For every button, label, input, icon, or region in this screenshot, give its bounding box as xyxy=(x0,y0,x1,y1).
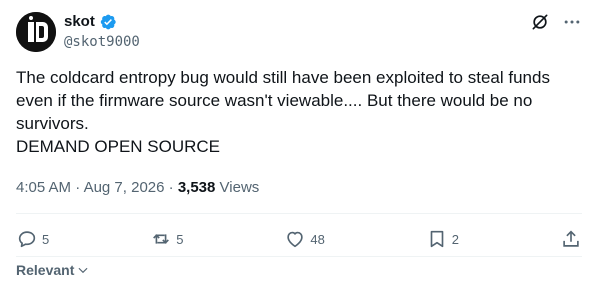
like-button[interactable]: 48 xyxy=(284,228,325,250)
divider xyxy=(16,256,582,257)
meta-separator: · xyxy=(168,179,174,196)
meta-separator: · xyxy=(75,179,81,196)
reply-count: 5 xyxy=(42,231,50,247)
tweet-time[interactable]: 4:05 AM xyxy=(16,179,71,196)
repost-icon xyxy=(153,234,170,244)
heart-icon xyxy=(287,231,304,248)
more-options-icon[interactable] xyxy=(562,12,582,32)
avatar-logo-icon xyxy=(16,12,56,52)
views-label: Views xyxy=(219,179,260,196)
tweet-date[interactable]: Aug 7, 2026 xyxy=(84,179,165,196)
bookmark-count: 2 xyxy=(451,231,460,247)
grok-icon[interactable] xyxy=(530,12,550,32)
share-button[interactable] xyxy=(560,228,582,250)
share-icon xyxy=(563,230,579,247)
author-display-name[interactable]: skot xyxy=(64,13,95,31)
chevron-down-icon xyxy=(78,267,88,274)
views-count[interactable]: 3,538 xyxy=(178,179,216,196)
sort-label: Relevant xyxy=(16,262,75,278)
verified-badge-icon xyxy=(99,13,117,31)
divider xyxy=(16,213,582,214)
avatar[interactable] xyxy=(16,12,56,52)
bookmark-icon xyxy=(430,230,444,248)
reply-icon xyxy=(18,231,36,248)
reply-button[interactable]: 5 xyxy=(16,228,49,250)
author-handle[interactable]: @skot9000 xyxy=(64,34,140,50)
tweet-meta: 4:05 AM · Aug 7, 2026 · 3,538 Views xyxy=(16,178,259,198)
sort-replies-dropdown[interactable]: Relevant xyxy=(16,262,90,278)
tweet-text: The coldcard entropy bug would still hav… xyxy=(16,68,550,156)
like-count: 48 xyxy=(310,231,325,247)
repost-button[interactable]: 5 xyxy=(150,228,183,250)
action-bar: 5 5 48 2 xyxy=(16,227,582,251)
repost-count: 5 xyxy=(176,231,184,247)
bookmark-button[interactable]: 2 xyxy=(426,228,459,250)
